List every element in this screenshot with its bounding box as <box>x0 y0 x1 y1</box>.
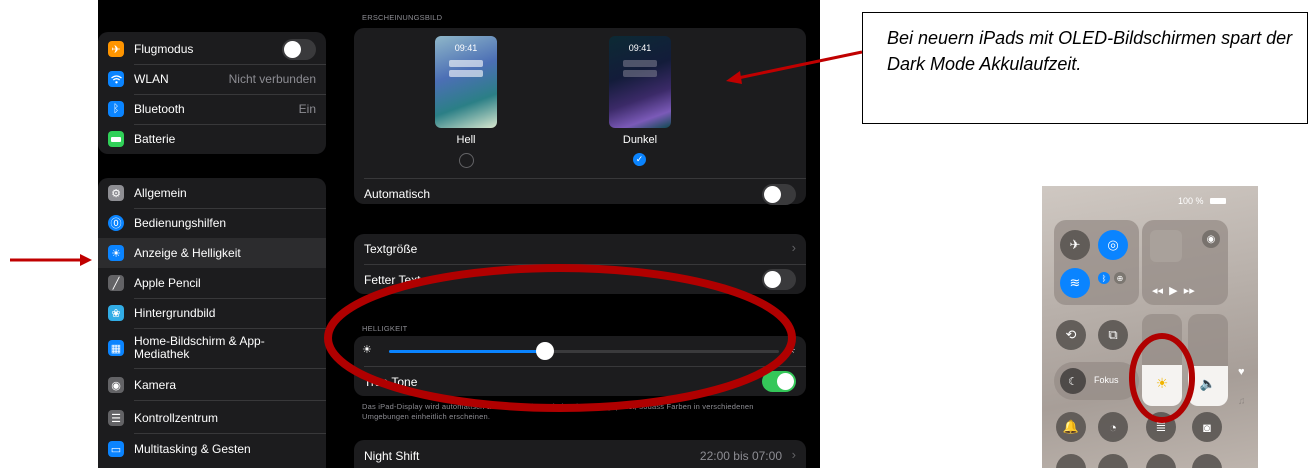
annotation-overlay <box>10 50 1195 423</box>
ellipse-brightness-highlight <box>324 264 796 412</box>
arrow-to-dark-preview <box>726 50 863 84</box>
arrow-to-sidebar <box>10 254 92 266</box>
ellipse-cc-brightness-highlight <box>1129 333 1195 423</box>
